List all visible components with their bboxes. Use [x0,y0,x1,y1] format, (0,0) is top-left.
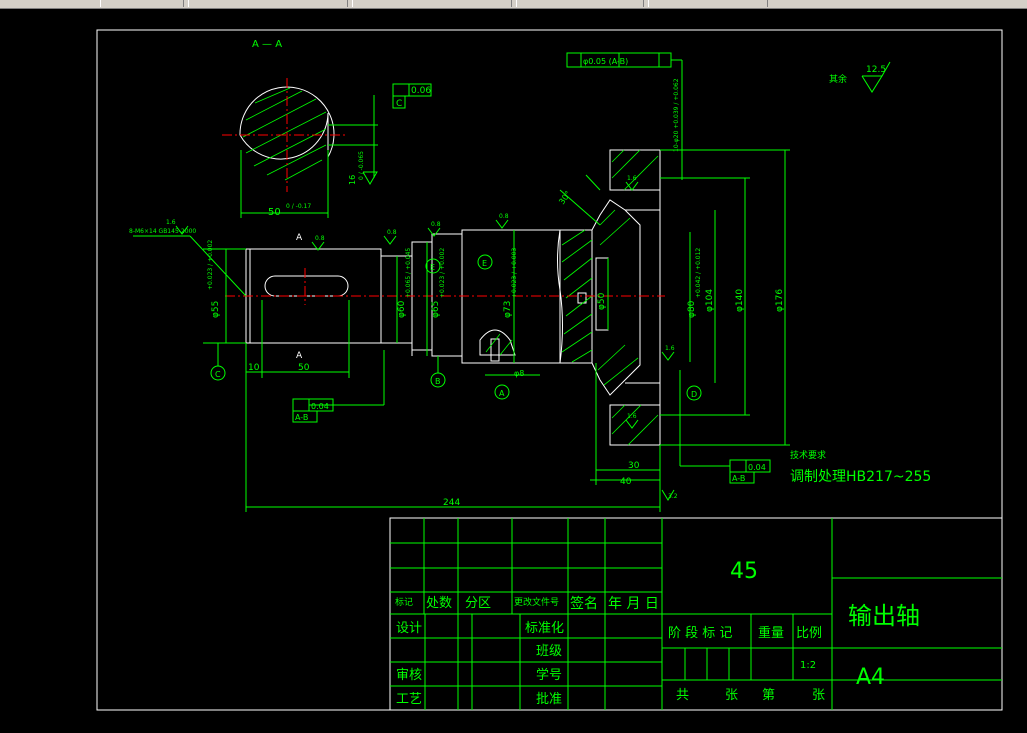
tech-title: 技术要求 [790,449,826,461]
rev-header-zone: 分区 [465,596,491,611]
depth-dim: 16 [348,175,357,185]
section-mark-top: A [296,233,303,243]
label-student-id: 学号 [536,667,562,683]
rev-header-date: 年 月 日 [608,596,659,612]
roughness-3: 0.8 [431,221,441,228]
dim-d80: φ80 [687,300,697,318]
runout-right-ref: A-B [732,474,745,483]
datum-a: A [499,389,505,398]
roughness-5: 1.6 [166,219,176,226]
toolbar-segment[interactable] [648,0,768,7]
roughness-9: 3.2 [668,493,678,500]
section-width-tol: 0 / -0.17 [286,203,311,210]
section-dimensions [240,83,432,218]
dim-pin: φ8 [514,369,524,378]
label-approve: 批准 [536,692,562,707]
window-toolbar [0,0,1027,9]
section-view [222,78,345,192]
material: 45 [730,559,758,584]
rev-header-doc: 更改文件号 [514,596,559,608]
datum-c: C [215,370,221,379]
toolbar-segment[interactable] [100,0,184,7]
section-mark-bottom: A [296,351,303,361]
rev-header-sign: 签名 [570,595,598,612]
runout-left: 0.04 [311,402,329,411]
datum-e2: E [482,259,487,268]
dim-len-244: 244 [443,498,460,508]
dim-d140: φ140 [735,289,745,312]
tol-d55: +0.023 / +0.002 [207,240,214,290]
label-no: 第 [762,688,775,703]
datum-e: E [430,263,435,272]
label-sheets-2: 张 [812,688,825,703]
roughness-6: 1.6 [627,175,637,182]
runout-left-ref: A-B [295,413,308,422]
tol-holes: 10-φ20 +0.039 / +0.062 [673,78,680,152]
dim-angle: 30° [557,189,573,206]
dim-len-40: 40 [620,477,632,487]
tol-d73: +0.023 / +0.003 [511,248,518,298]
part-name: 输出轴 [848,602,920,630]
flat-datum: C [396,99,402,109]
rest-note: 其余 [829,73,847,85]
runout-right: 0.04 [748,463,766,472]
section-label: A — A [252,39,282,50]
roughness-2: 0.8 [387,229,397,236]
label-standard: 标准化 [525,621,564,636]
label-class: 班级 [536,644,562,659]
roughness-8: 1.6 [627,413,637,420]
dim-d104: φ104 [705,289,715,312]
sheet-size: A4 [856,665,885,690]
roughness-1: 0.8 [315,235,325,242]
tech-line: 调制处理HB217~255 [790,469,931,485]
rev-header-mark: 标记 [395,596,413,608]
tol-d80: +0.042 / +0.012 [695,248,702,298]
dim-d176: φ176 [775,289,785,312]
dim-d55: φ55 [211,301,221,318]
label-design: 设计 [396,621,422,636]
label-process: 工艺 [396,692,422,707]
dim-len-10: 10 [248,363,260,373]
dim-len-50: 50 [298,363,310,373]
flat-tol: 0.06 [411,86,431,96]
tol-d65: +0.023 / +0.002 [439,248,446,298]
label-weight: 重量 [758,625,784,641]
rev-header-count: 处数 [426,596,452,611]
roughness-7: 1.6 [665,345,675,352]
rest-roughness: 12.5 [866,65,886,75]
position-tol: φ0.05 (A-B) [583,57,628,66]
label-scale: 比例 [796,626,822,641]
dim-d60: φ60 [397,300,407,318]
toolbar-segment[interactable] [516,0,644,7]
scale: 1:2 [800,660,816,671]
datum-d: D [691,390,697,399]
label-sheets-1: 张 [725,688,738,703]
dim-d73: φ73 [503,301,513,318]
depth-tol: 0 / -0.065 [358,151,365,180]
dim-d50: φ50 [597,292,607,310]
label-review: 审核 [396,668,422,683]
dim-d65: φ65 [431,301,441,318]
cad-drawing-canvas[interactable]: A — A 50 0 / -0.17 0.06 C 16 0 / -0.065 [0,9,1027,733]
toolbar-segment[interactable] [188,0,348,7]
tol-d60: +0.065 / +0.045 [405,248,412,298]
toolbar-segment[interactable] [352,0,512,7]
datum-b: B [435,377,441,386]
roughness-4: 0.8 [499,213,509,220]
section-width-dim: 50 [268,207,281,218]
key-note: 8-M6×14 GB145-2000 [129,228,196,235]
label-stage: 阶 段 标 记 [668,626,732,641]
label-total: 共 [676,688,689,703]
dim-len-30: 30 [628,461,640,471]
